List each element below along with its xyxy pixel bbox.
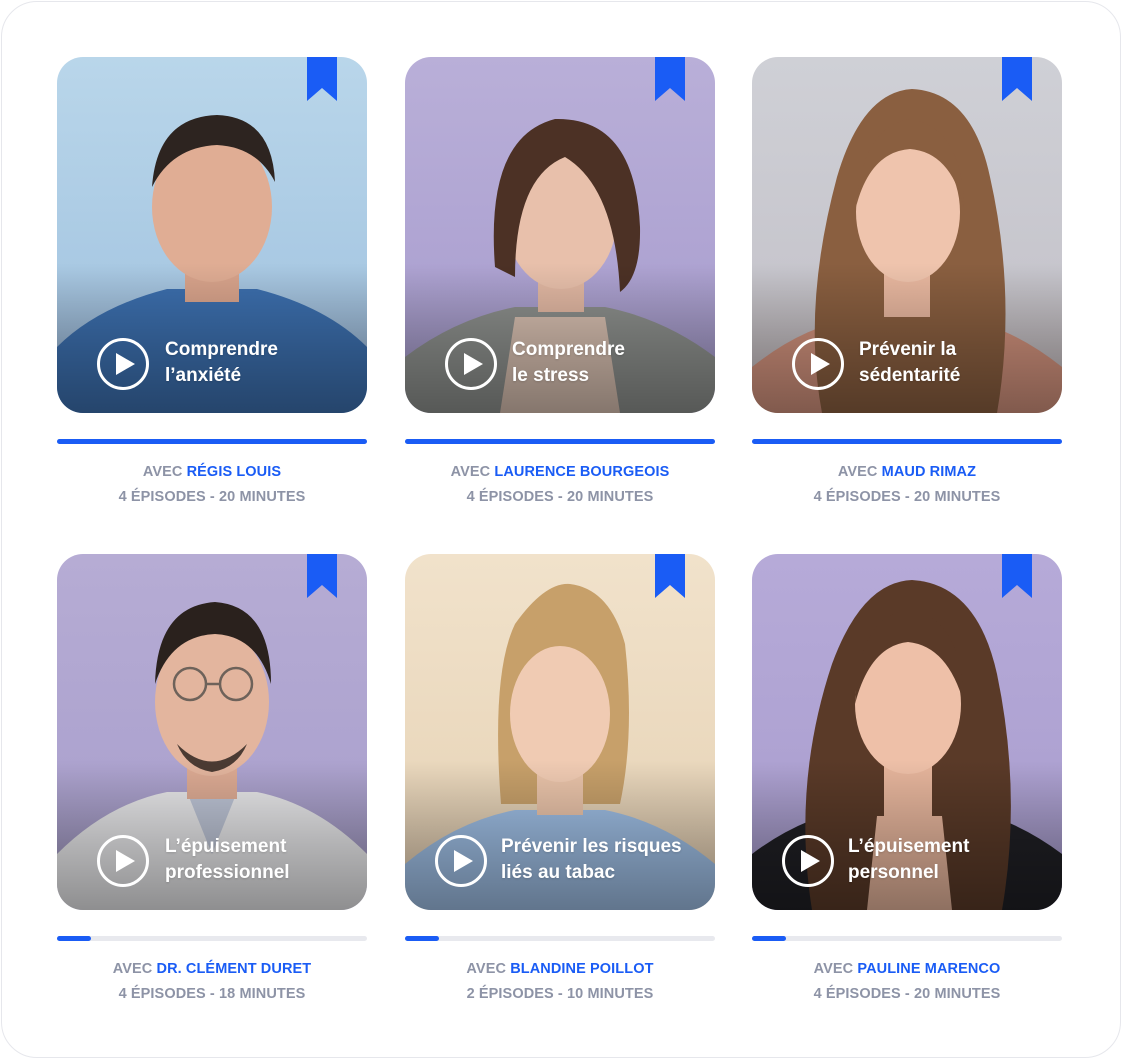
speaker-name[interactable]: RÉGIS LOUIS — [187, 464, 282, 480]
avec-label: AVEC — [142, 464, 183, 480]
course-title: L’épuisement professionnel — [165, 836, 290, 883]
bookmark-icon[interactable] — [655, 554, 685, 598]
progress-bar — [405, 936, 715, 941]
course-details: 4 ÉPISODES - 18 MINUTES — [118, 986, 306, 1002]
progress-bar — [752, 936, 1062, 941]
course-thumbnail[interactable]: Comprendre le stress — [405, 57, 715, 413]
avec-label: AVEC — [837, 464, 878, 480]
course-card[interactable]: Prévenir les risques liés au tabac AVEC … — [405, 554, 715, 1002]
speaker-line: AVEC RÉGIS LOUIS — [57, 464, 367, 480]
speaker-name[interactable]: DR. CLÉMENT DURET — [157, 961, 312, 977]
course-card[interactable]: Comprendre l’anxiété AVEC RÉGIS LOUIS 4 … — [57, 57, 367, 505]
course-card[interactable]: Comprendre le stress AVEC LAURENCE BOURG… — [405, 57, 715, 505]
play-circle-icon[interactable] — [792, 338, 844, 390]
progress-bar — [405, 439, 715, 444]
bookmark-icon[interactable] — [307, 554, 337, 598]
speaker-name[interactable]: PAULINE MARENCO — [857, 961, 1000, 977]
progress-fill — [405, 439, 715, 444]
course-title: Prévenir la sédentarité — [859, 339, 961, 386]
bookmark-icon[interactable] — [1002, 57, 1032, 101]
bookmark-icon[interactable] — [307, 57, 337, 101]
progress-bar — [752, 439, 1062, 444]
course-title: Prévenir les risques liés au tabac — [501, 836, 682, 883]
progress-fill — [752, 936, 787, 941]
progress-bar — [57, 439, 367, 444]
course-thumbnail[interactable]: L’épuisement professionnel — [57, 554, 367, 910]
speaker-line: AVEC MAUD RIMAZ — [752, 464, 1062, 480]
avec-label: AVEC — [466, 961, 507, 977]
course-details: 4 ÉPISODES - 20 MINUTES — [118, 489, 306, 505]
course-thumbnail[interactable]: Comprendre l’anxiété — [57, 57, 367, 413]
course-thumbnail[interactable]: L’épuisement personnel — [752, 554, 1062, 910]
speaker-line: AVEC LAURENCE BOURGEOIS — [405, 464, 715, 480]
speaker-name[interactable]: BLANDINE POILLOT — [510, 961, 653, 977]
play-circle-icon[interactable] — [445, 338, 497, 390]
avec-label: AVEC — [813, 961, 854, 977]
bookmark-icon[interactable] — [1002, 554, 1032, 598]
avec-label: AVEC — [112, 961, 153, 977]
speaker-line: AVEC BLANDINE POILLOT — [405, 961, 715, 977]
course-details: 4 ÉPISODES - 20 MINUTES — [813, 489, 1001, 505]
course-title: Comprendre l’anxiété — [165, 339, 278, 386]
play-circle-icon[interactable] — [435, 835, 487, 887]
speaker-line: AVEC PAULINE MARENCO — [752, 961, 1062, 977]
course-details: 4 ÉPISODES - 20 MINUTES — [813, 986, 1001, 1002]
course-card[interactable]: Prévenir la sédentarité AVEC MAUD RIMAZ … — [752, 57, 1062, 505]
course-thumbnail[interactable]: Prévenir les risques liés au tabac — [405, 554, 715, 910]
progress-fill — [405, 936, 440, 941]
avec-label: AVEC — [450, 464, 491, 480]
course-title: L’épuisement personnel — [848, 836, 970, 883]
course-card[interactable]: L’épuisement personnel AVEC PAULINE MARE… — [752, 554, 1062, 1002]
progress-fill — [57, 936, 92, 941]
course-thumbnail[interactable]: Prévenir la sédentarité — [752, 57, 1062, 413]
course-title: Comprendre le stress — [512, 339, 625, 386]
course-card[interactable]: L’épuisement professionnel AVEC DR. CLÉM… — [57, 554, 367, 1002]
course-details: 2 ÉPISODES - 10 MINUTES — [466, 986, 654, 1002]
speaker-name[interactable]: MAUD RIMAZ — [882, 464, 976, 480]
bookmark-icon[interactable] — [655, 57, 685, 101]
progress-bar — [57, 936, 367, 941]
course-details: 4 ÉPISODES - 20 MINUTES — [466, 489, 654, 505]
play-circle-icon[interactable] — [97, 835, 149, 887]
speaker-name[interactable]: LAURENCE BOURGEOIS — [494, 464, 669, 480]
progress-fill — [752, 439, 1062, 444]
speaker-line: AVEC DR. CLÉMENT DURET — [57, 961, 367, 977]
play-circle-icon[interactable] — [782, 835, 834, 887]
progress-fill — [57, 439, 367, 444]
play-circle-icon[interactable] — [97, 338, 149, 390]
